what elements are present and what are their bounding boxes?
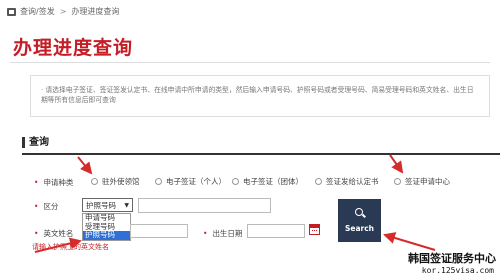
breadcrumb: 查询/签发 > 办理进度查询 xyxy=(7,6,119,17)
arrow-to-consulate xyxy=(77,156,93,175)
radio-evisa-group[interactable]: 电子签证（团体） xyxy=(232,176,303,187)
page-title: 办理进度查询 xyxy=(13,37,134,59)
dob-label: 出生日期 xyxy=(203,228,242,239)
radio-dot[interactable] xyxy=(232,178,239,185)
radio-dot[interactable] xyxy=(155,178,162,185)
breadcrumb-item[interactable]: 查询/签发 xyxy=(20,6,55,17)
breadcrumb-separator: > xyxy=(59,7,67,16)
english-name-input[interactable] xyxy=(130,224,188,238)
radio-visa-center[interactable]: 签证申请中心 xyxy=(394,176,450,187)
breadcrumb-current: 办理进度查询 xyxy=(71,7,120,16)
search-button[interactable]: Search xyxy=(338,199,381,242)
title-divider xyxy=(10,62,490,63)
section-divider xyxy=(22,153,500,155)
arrow-to-visa-center xyxy=(389,154,404,174)
calendar-icon[interactable] xyxy=(309,224,320,235)
chevron-down-icon: ▼ xyxy=(124,201,129,209)
search-button-label: Search xyxy=(344,224,375,233)
name-hint: 请输入护照上的英文姓名 xyxy=(32,243,109,251)
radio-dot[interactable] xyxy=(315,178,322,185)
radio-evisa-individual[interactable]: 电子签证（个人） xyxy=(155,176,226,187)
english-name-label: 英文姓名 xyxy=(34,228,73,239)
dropdown-option-selected[interactable]: 护照号码 xyxy=(83,230,130,240)
category-label: 区分 xyxy=(34,201,58,212)
category-select[interactable]: 护照号码 ▼ xyxy=(82,198,133,212)
category-dropdown-list: 申请号码 受理号码 护照号码 xyxy=(82,213,131,241)
home-icon[interactable] xyxy=(7,7,16,16)
radio-label: 电子签证（个人） xyxy=(166,177,226,186)
radio-label: 驻外使领馆 xyxy=(102,177,140,186)
radio-consulate[interactable]: 驻外使领馆 xyxy=(91,176,140,187)
section-title: 查询 xyxy=(22,137,49,148)
number-input[interactable] xyxy=(138,198,271,213)
select-value: 护照号码 xyxy=(86,200,116,210)
dob-input[interactable] xyxy=(247,224,305,238)
radio-label: 签证申请中心 xyxy=(405,177,450,186)
watermark-title: 韩国签证服务中心 xyxy=(408,252,496,265)
watermark-url: kor.125visa.com xyxy=(421,266,494,275)
application-type-label: 申请种类 xyxy=(34,177,73,188)
arrow-to-search-button xyxy=(383,232,436,251)
radio-dot[interactable] xyxy=(394,178,401,185)
radio-label: 签证发给认定书 xyxy=(326,177,379,186)
radio-label: 电子签证（团体） xyxy=(243,177,303,186)
radio-visa-certificate[interactable]: 签证发给认定书 xyxy=(315,176,379,187)
search-icon xyxy=(354,208,365,218)
radio-dot[interactable] xyxy=(91,178,98,185)
notice-box: · 请选择电子签证、签证签发认定书、在线申请中所申请的类型，然后输入申请号码、护… xyxy=(30,75,490,117)
